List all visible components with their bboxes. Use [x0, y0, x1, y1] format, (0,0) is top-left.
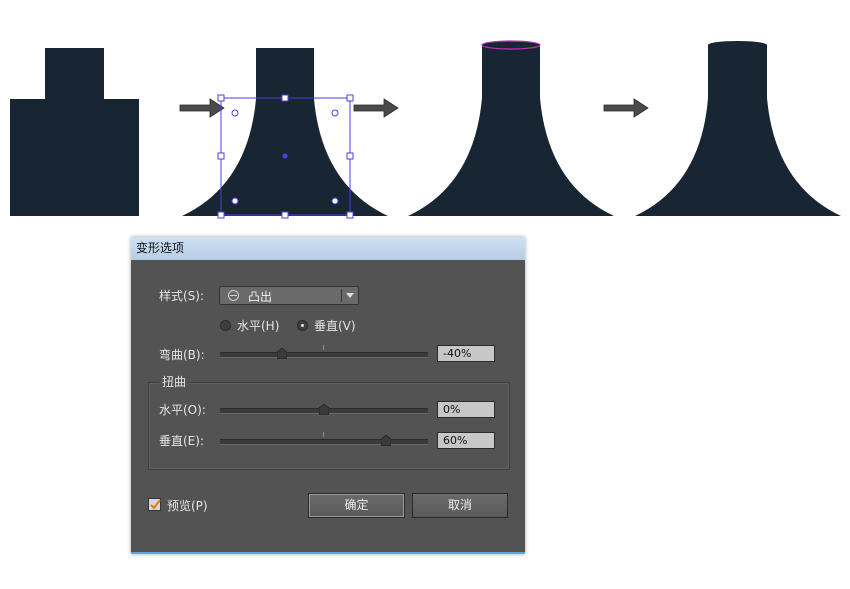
- distortion-group-label: 扭曲: [159, 373, 190, 390]
- selection-center-point: [282, 153, 288, 159]
- vertical-distortion-center-tick: [323, 432, 324, 437]
- vertical-distortion-slider-track[interactable]: [220, 439, 428, 445]
- preview-label[interactable]: 预览(P): [167, 497, 208, 514]
- style-select-value: 凸出: [248, 290, 273, 304]
- preview-checkbox[interactable]: [148, 498, 161, 511]
- dropdown-arrow-icon[interactable]: [346, 293, 354, 298]
- horizontal-radio[interactable]: [220, 320, 231, 331]
- horizontal-radio-label[interactable]: 水平(H): [237, 317, 279, 334]
- bend-label: 弯曲(B):: [159, 348, 205, 362]
- step3-shape: [408, 40, 614, 216]
- select-divider: [341, 289, 342, 302]
- bend-slider-track[interactable]: [220, 352, 428, 358]
- style-select[interactable]: 凸出: [219, 286, 359, 305]
- vertical-distortion-slider-thumb[interactable]: [381, 435, 392, 446]
- dialog-title[interactable]: 变形选项: [131, 237, 525, 260]
- step4-shape: [635, 41, 841, 216]
- warp-options-dialog: 变形选项 样式(S): 凸出 水平(H) 垂直(V) 弯曲(B): -40% 扭…: [131, 237, 525, 554]
- vertical-radio[interactable]: [297, 320, 308, 331]
- distortion-group: [148, 382, 510, 470]
- bend-value-field[interactable]: -40%: [437, 345, 495, 362]
- horizontal-distortion-label: 水平(O):: [159, 403, 206, 417]
- cancel-button[interactable]: 取消: [412, 493, 508, 518]
- style-label: 样式(S):: [159, 289, 205, 303]
- vertical-radio-label[interactable]: 垂直(V): [314, 317, 356, 334]
- vertical-distortion-label: 垂直(E):: [159, 434, 204, 448]
- bend-center-tick: [323, 345, 324, 350]
- horizontal-distortion-value-field[interactable]: 0%: [437, 401, 495, 418]
- illustration-canvas: [10, 40, 841, 219]
- step2-shape: [182, 48, 388, 216]
- arrow-right-icon: [353, 98, 399, 118]
- bend-slider-thumb[interactable]: [277, 348, 288, 359]
- vertical-distortion-value-field[interactable]: 60%: [437, 432, 495, 449]
- checkmark-icon: [150, 499, 161, 510]
- step1-shape: [10, 48, 139, 216]
- arrow-right-icon: [179, 98, 225, 118]
- ok-button[interactable]: 确定: [308, 493, 405, 518]
- bulge-style-icon: [228, 290, 239, 301]
- arrow-right-icon: [603, 98, 649, 118]
- horizontal-distortion-slider-thumb[interactable]: [319, 404, 329, 415]
